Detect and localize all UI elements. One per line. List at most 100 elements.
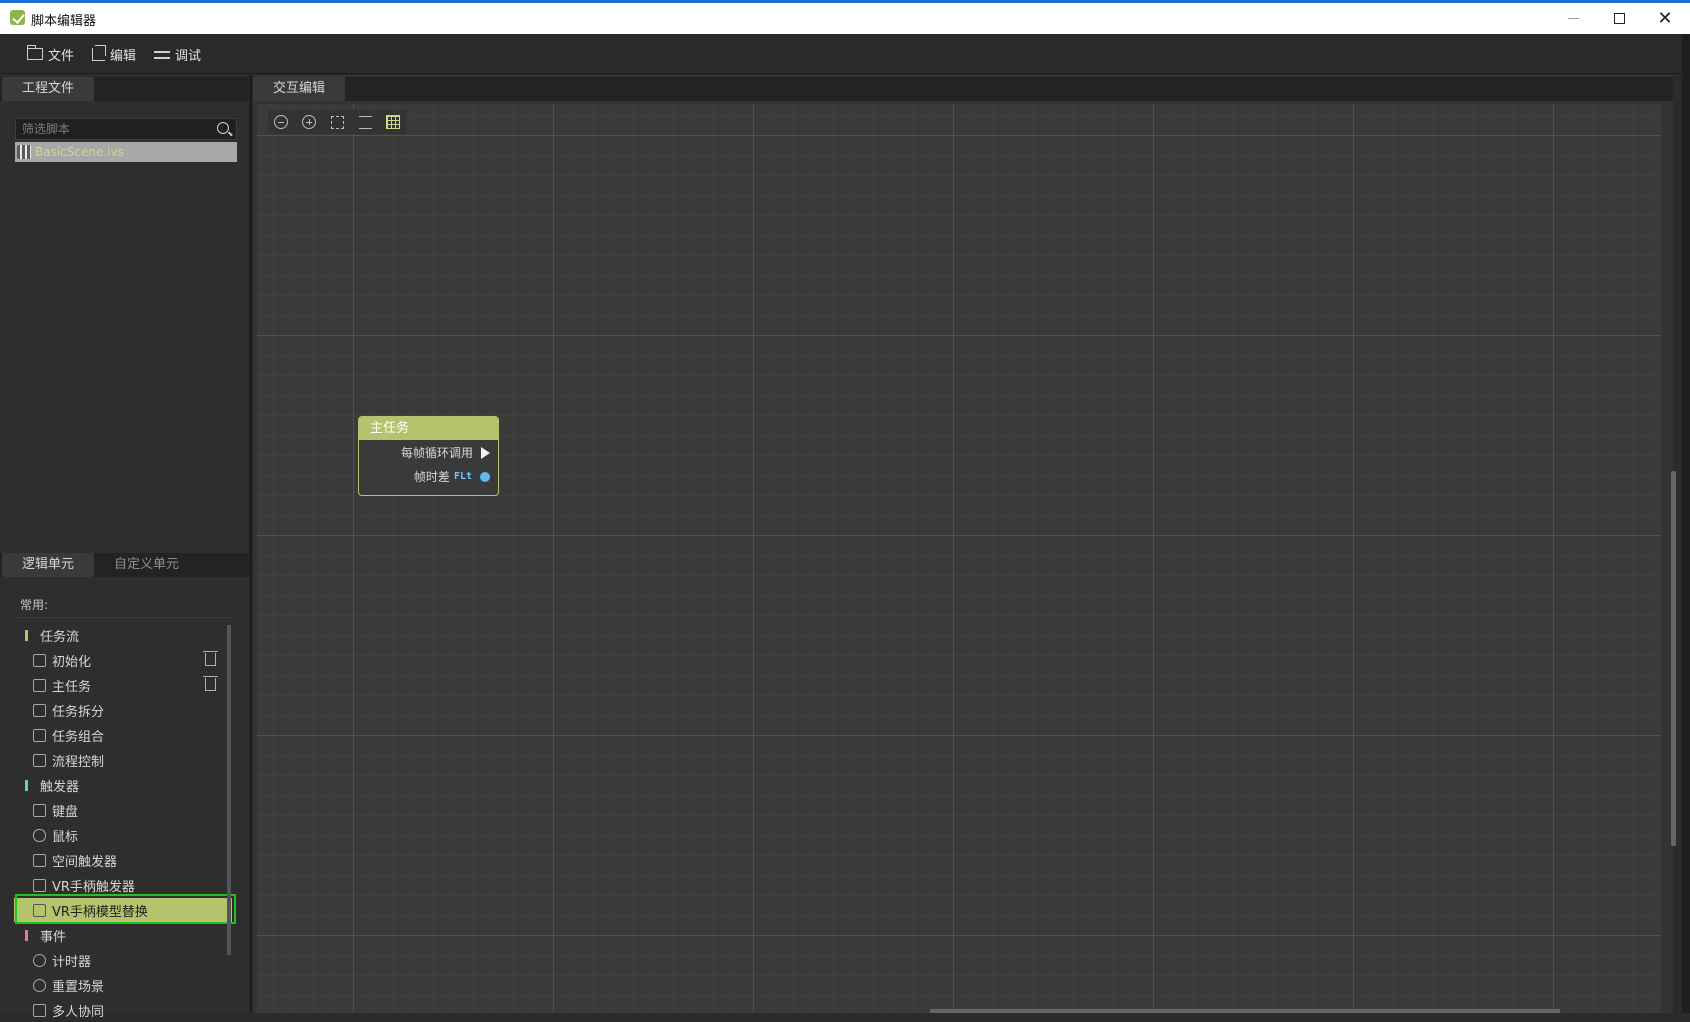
script-file-icon xyxy=(17,145,31,159)
unit-multiplayer[interactable]: 多人协同 xyxy=(14,998,232,1022)
tab-logic-units[interactable]: 逻辑单元 xyxy=(2,553,94,577)
node-graph-canvas[interactable] xyxy=(257,104,1661,1013)
sliders-icon xyxy=(154,48,170,60)
node-title: 主任务 xyxy=(359,417,498,440)
flow-icon xyxy=(33,753,46,767)
menu-edit-label: 编辑 xyxy=(110,48,137,64)
reset-icon xyxy=(33,978,46,992)
menu-debug[interactable]: 调试 xyxy=(154,44,201,64)
script-filter-input[interactable] xyxy=(16,119,206,139)
close-button[interactable]: ✕ xyxy=(1642,3,1688,34)
window-title: 脚本编辑器 xyxy=(31,14,97,29)
menu-file[interactable]: 文件 xyxy=(27,44,74,64)
section-common-label: 常用: xyxy=(20,598,49,612)
unit-label: 任务组合 xyxy=(52,729,105,745)
unit-reset-scene[interactable]: 重置场景 xyxy=(14,973,232,997)
maximize-button[interactable] xyxy=(1596,3,1642,34)
unit-label: 流程控制 xyxy=(52,754,105,770)
toggle-grid-button[interactable] xyxy=(384,113,402,131)
clock-icon xyxy=(33,953,46,967)
unit-label: 计时器 xyxy=(52,954,92,970)
selection-highlight-frame xyxy=(15,894,236,924)
units-scrollbar[interactable] xyxy=(227,625,231,955)
keyboard-icon xyxy=(33,803,46,817)
unit-label: 重置场景 xyxy=(52,979,105,995)
unit-label: 触发器 xyxy=(40,779,80,795)
folder-icon xyxy=(27,45,43,60)
clipboard-icon xyxy=(33,678,46,692)
maximize-icon xyxy=(1613,13,1625,24)
unit-label: 键盘 xyxy=(52,804,79,820)
fit-selection-icon xyxy=(330,115,344,129)
trigger-icon xyxy=(33,878,46,892)
unit-label: 主任务 xyxy=(52,679,92,695)
exec-output-port[interactable]: 每帧循环调用 xyxy=(401,444,490,461)
unit-flow-control[interactable]: 流程控制 xyxy=(14,748,232,772)
minimize-button[interactable] xyxy=(1550,3,1596,34)
tab-interaction-editor[interactable]: 交互编辑 xyxy=(253,77,345,101)
zoom-out-button[interactable] xyxy=(272,113,290,131)
unit-task-split[interactable]: 任务拆分 xyxy=(14,698,232,722)
node-main-task[interactable]: 主任务 每帧循环调用 帧时差 FLt xyxy=(358,416,499,496)
unit-mouse[interactable]: 鼠标 xyxy=(14,823,232,847)
zoom-in-button[interactable] xyxy=(300,113,318,131)
right-edge-strip xyxy=(1682,34,1690,1013)
unit-init[interactable]: 初始化 xyxy=(14,648,232,672)
minimize-icon xyxy=(1567,18,1579,19)
tab-project-files[interactable]: 工程文件 xyxy=(2,77,94,101)
unit-label: 事件 xyxy=(40,929,67,945)
file-name: BasicScene.ivs xyxy=(35,145,124,159)
file-item[interactable]: BasicScene.ivs xyxy=(15,142,237,162)
menu-edit[interactable]: 编辑 xyxy=(92,44,136,64)
category-event[interactable]: 事件 xyxy=(14,923,232,947)
script-editor-window: 脚本编辑器 ✕ 文件 编辑 调试 工程文件 BasicScene.ivs 逻辑单… xyxy=(0,0,1690,1020)
unit-label: 任务拆分 xyxy=(52,704,105,720)
port-type-label: FLt xyxy=(453,471,472,482)
unit-label: 空间触发器 xyxy=(52,854,118,870)
canvas-vertical-scrollbar[interactable] xyxy=(1671,471,1676,846)
delta-time-output-port[interactable]: 帧时差 FLt xyxy=(414,468,490,485)
document-icon xyxy=(33,653,46,667)
units-tabbar: 逻辑单元 自定义单元 xyxy=(0,553,250,577)
merge-icon xyxy=(33,728,46,742)
grid-icon xyxy=(386,115,400,129)
script-filter-box xyxy=(15,118,237,140)
trash-icon[interactable] xyxy=(203,651,218,666)
app-logo-icon xyxy=(10,10,25,25)
category-trigger[interactable]: 触发器 xyxy=(14,773,232,797)
unit-keyboard[interactable]: 键盘 xyxy=(14,798,232,822)
fullscreen-icon xyxy=(358,115,372,129)
exec-arrow-icon xyxy=(481,446,490,459)
divider xyxy=(16,617,236,618)
mouse-icon xyxy=(33,828,46,842)
category-taskflow[interactable]: 任务流 xyxy=(14,623,232,647)
zoom-in-icon xyxy=(302,115,316,129)
unit-label: 初始化 xyxy=(52,654,92,670)
crop-icon xyxy=(92,44,106,61)
category-color-bar xyxy=(25,779,28,791)
unit-label: 多人协同 xyxy=(52,1004,105,1020)
unit-main-task[interactable]: 主任务 xyxy=(14,673,232,697)
fit-selection-button[interactable] xyxy=(328,113,346,131)
zoom-out-icon xyxy=(274,115,288,129)
title-bar: 脚本编辑器 ✕ xyxy=(0,3,1690,34)
unit-space-trigger[interactable]: 空间触发器 xyxy=(14,848,232,872)
menu-file-label: 文件 xyxy=(48,48,75,64)
trash-icon[interactable] xyxy=(203,676,218,691)
unit-label: VR手柄触发器 xyxy=(52,879,135,895)
split-icon xyxy=(33,703,46,717)
fullscreen-button[interactable] xyxy=(356,113,374,131)
unit-label: 鼠标 xyxy=(52,829,79,845)
category-color-bar xyxy=(25,629,28,641)
unit-timer[interactable]: 计时器 xyxy=(14,948,232,972)
editor-tabbar: 交互编辑 xyxy=(253,77,1673,101)
unit-task-merge[interactable]: 任务组合 xyxy=(14,723,232,747)
users-icon xyxy=(33,1003,46,1017)
search-icon[interactable] xyxy=(217,122,229,134)
menu-bar: 文件 编辑 调试 xyxy=(0,34,1690,74)
tab-custom-units[interactable]: 自定义单元 xyxy=(94,553,204,577)
close-icon: ✕ xyxy=(1657,7,1673,29)
trigger-icon xyxy=(33,853,46,867)
canvas-toolbar xyxy=(268,110,406,134)
float-port-dot-icon xyxy=(480,471,490,482)
